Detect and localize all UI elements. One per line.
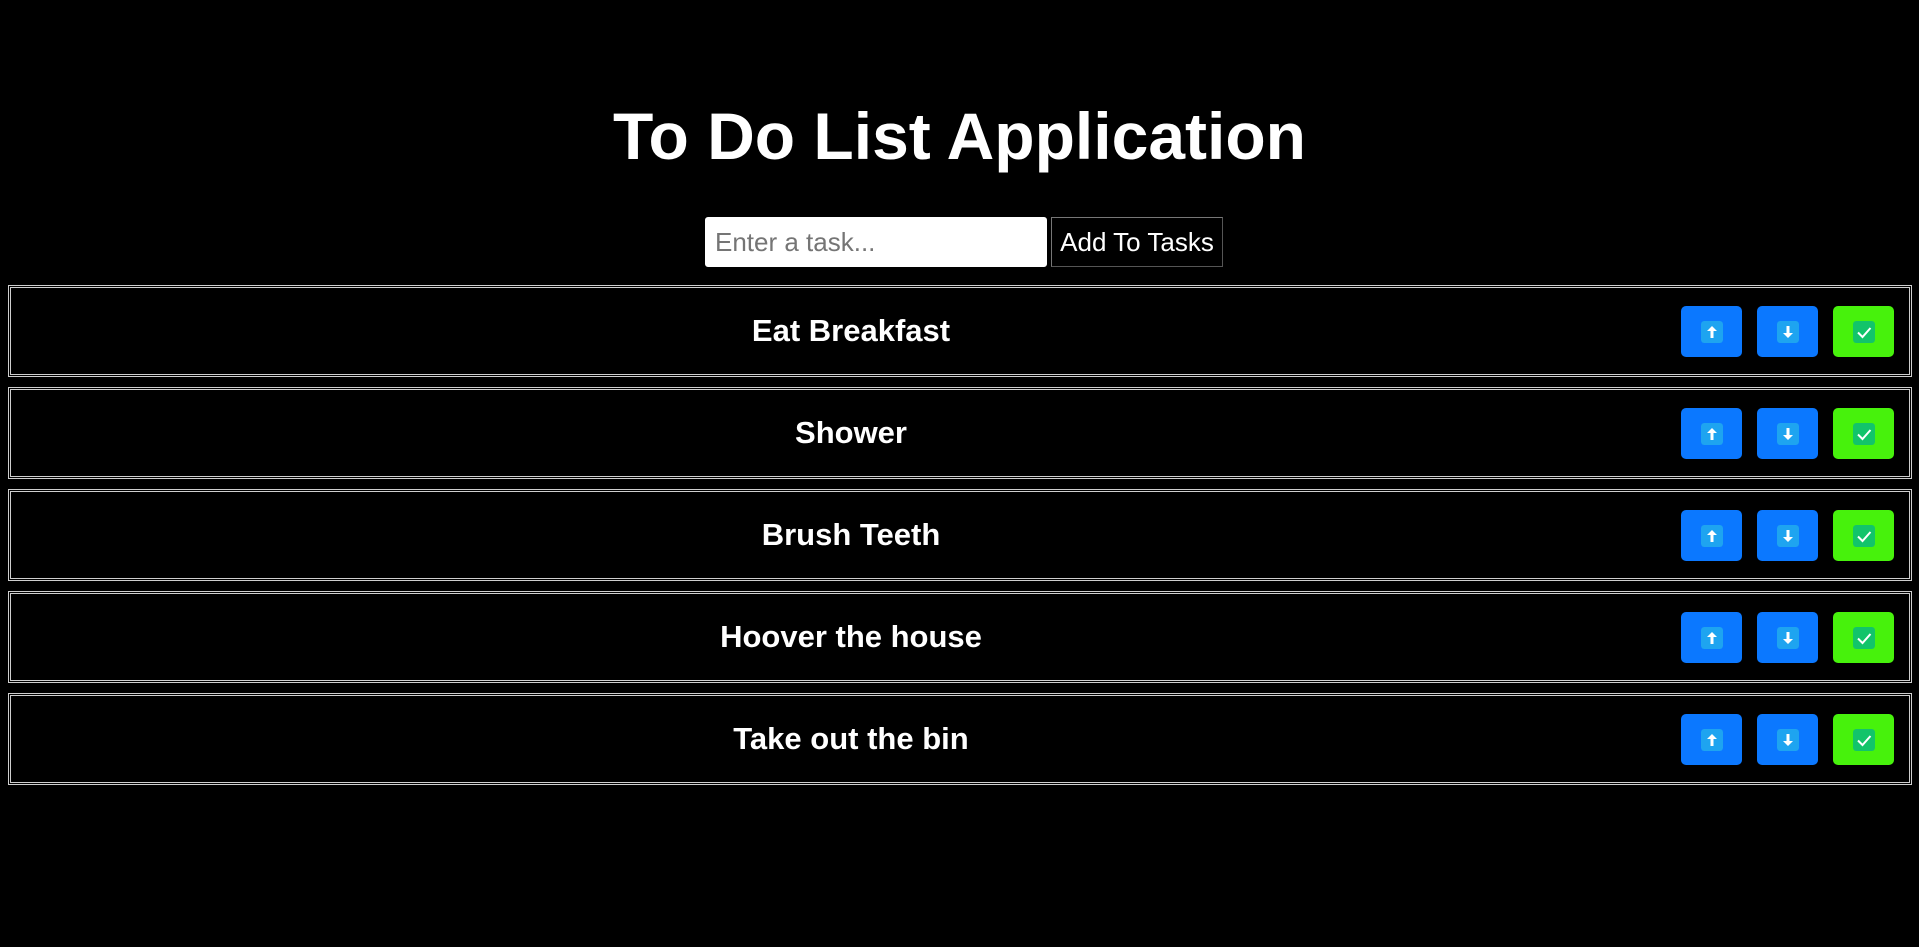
- arrow-down-icon: [1776, 524, 1799, 547]
- move-down-button[interactable]: [1757, 612, 1818, 663]
- move-up-button[interactable]: [1681, 306, 1742, 357]
- task-list: Eat Breakfast Shower Brush Teeth Hoover …: [8, 285, 1912, 795]
- move-down-button[interactable]: [1757, 714, 1818, 765]
- task-item: Shower: [8, 387, 1912, 479]
- task-controls: [1681, 510, 1894, 561]
- task-item: Eat Breakfast: [8, 285, 1912, 377]
- move-up-button[interactable]: [1681, 612, 1742, 663]
- check-icon: [1852, 728, 1875, 751]
- check-icon: [1852, 422, 1875, 445]
- add-task-button[interactable]: Add To Tasks: [1051, 217, 1223, 267]
- check-icon: [1852, 626, 1875, 649]
- task-label: Shower: [795, 415, 907, 450]
- page-title: To Do List Application: [613, 99, 1306, 173]
- task-label: Take out the bin: [733, 721, 969, 756]
- move-down-button[interactable]: [1757, 510, 1818, 561]
- complete-button[interactable]: [1833, 510, 1894, 561]
- move-up-button[interactable]: [1681, 408, 1742, 459]
- add-task-form: Add To Tasks: [705, 217, 1223, 267]
- arrow-down-icon: [1776, 320, 1799, 343]
- move-down-button[interactable]: [1757, 306, 1818, 357]
- arrow-up-icon: [1700, 626, 1723, 649]
- task-label: Brush Teeth: [761, 517, 941, 552]
- check-icon: [1852, 524, 1875, 547]
- arrow-up-icon: [1700, 728, 1723, 751]
- task-label: Hoover the house: [720, 619, 982, 654]
- task-controls: [1681, 612, 1894, 663]
- task-item: Hoover the house: [8, 591, 1912, 683]
- task-controls: [1681, 714, 1894, 765]
- check-icon: [1852, 320, 1875, 343]
- move-up-button[interactable]: [1681, 714, 1742, 765]
- arrow-down-icon: [1776, 422, 1799, 445]
- task-controls: [1681, 408, 1894, 459]
- move-down-button[interactable]: [1757, 408, 1818, 459]
- arrow-up-icon: [1700, 524, 1723, 547]
- complete-button[interactable]: [1833, 714, 1894, 765]
- complete-button[interactable]: [1833, 612, 1894, 663]
- arrow-down-icon: [1776, 728, 1799, 751]
- arrow-up-icon: [1700, 320, 1723, 343]
- task-item: Take out the bin: [8, 693, 1912, 785]
- task-label: Eat Breakfast: [751, 313, 951, 348]
- task-input[interactable]: [705, 217, 1047, 267]
- complete-button[interactable]: [1833, 306, 1894, 357]
- arrow-up-icon: [1700, 422, 1723, 445]
- task-controls: [1681, 306, 1894, 357]
- task-item: Brush Teeth: [8, 489, 1912, 581]
- arrow-down-icon: [1776, 626, 1799, 649]
- complete-button[interactable]: [1833, 408, 1894, 459]
- move-up-button[interactable]: [1681, 510, 1742, 561]
